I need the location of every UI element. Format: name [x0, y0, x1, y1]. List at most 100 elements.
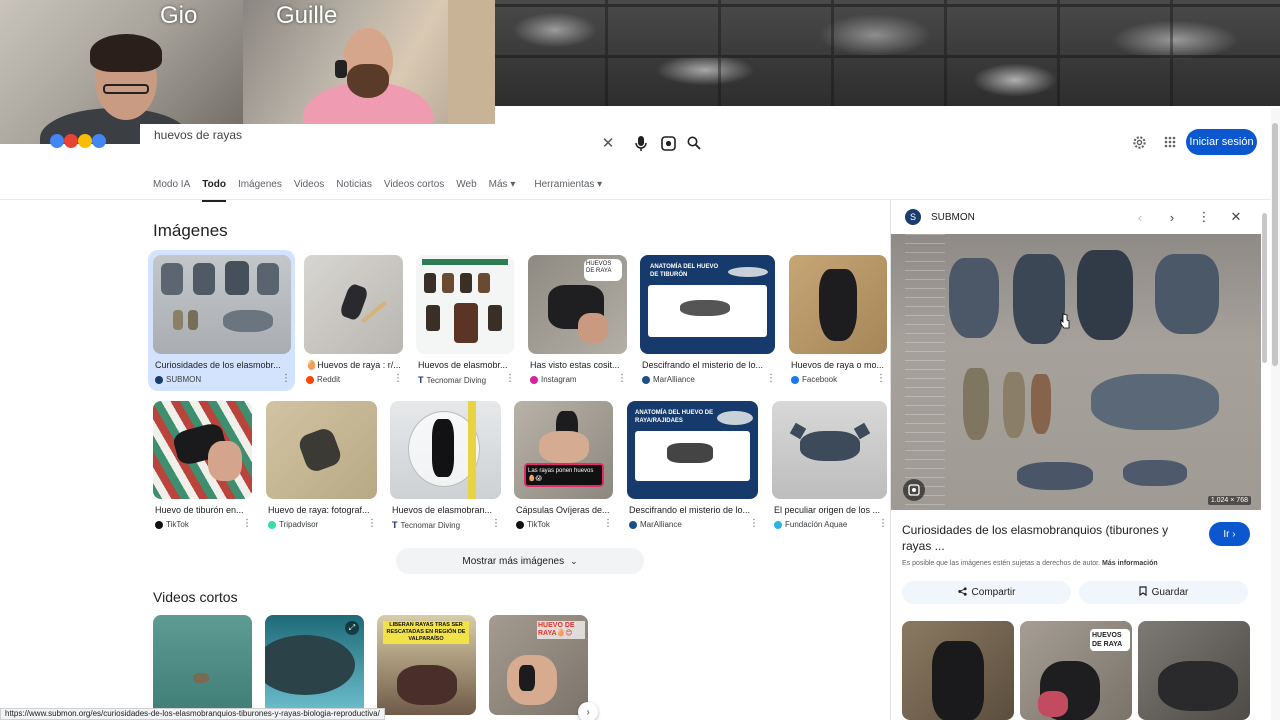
- image-thumbnail[interactable]: [153, 401, 252, 499]
- expand-icon[interactable]: ⤢: [345, 621, 359, 635]
- image-thumbnail[interactable]: [390, 401, 501, 499]
- image-result-source[interactable]: Facebook: [791, 375, 837, 384]
- image-thumbnail[interactable]: [789, 255, 887, 354]
- image-thumbnail[interactable]: [153, 255, 291, 354]
- more-options-icon[interactable]: ⋮: [766, 373, 776, 384]
- image-result-title[interactable]: Curiosidades de los elasmobr...: [155, 360, 290, 370]
- image-result[interactable]: El peculiar origen de los ... Fundación …: [772, 401, 889, 536]
- image-result-source[interactable]: T Tecnomar Diving: [392, 520, 460, 530]
- close-icon[interactable]: ✕: [1227, 208, 1245, 226]
- image-result[interactable]: Huevos de elasmobr... T Tecnomar Diving ⋮: [416, 255, 516, 390]
- search-icon[interactable]: [685, 134, 703, 152]
- related-image[interactable]: [1138, 621, 1250, 720]
- image-thumbnail[interactable]: [304, 255, 403, 354]
- image-result-source[interactable]: MarAlliance: [629, 520, 682, 529]
- image-thumbnail[interactable]: Las rayas ponen huevos 🥚😱: [514, 401, 613, 499]
- image-result[interactable]: ANATOMÍA DEL HUEVO DE TIBURÓN Descifrand…: [640, 255, 777, 390]
- save-button[interactable]: Guardar: [1079, 581, 1248, 604]
- related-image[interactable]: [902, 621, 1014, 720]
- image-result-title[interactable]: Huevo de tiburón en...: [155, 505, 253, 515]
- short-video-thumbnail[interactable]: [153, 615, 252, 715]
- image-result[interactable]: Huevo de tiburón en... TikTok ⋮: [153, 401, 253, 536]
- more-options-icon[interactable]: ⋮: [617, 373, 627, 384]
- video-caption-text: LIBERAN RAYAS TRAS SER RESCATADAS EN REG…: [383, 621, 469, 644]
- show-more-images-button[interactable]: Mostrar más imágenes ⌄: [396, 548, 644, 574]
- image-result-source[interactable]: TikTok: [155, 520, 189, 529]
- more-options-icon[interactable]: ⋮: [393, 373, 403, 384]
- image-thumbnail[interactable]: [266, 401, 377, 499]
- more-options-icon[interactable]: ⋮: [367, 518, 377, 529]
- more-options-icon[interactable]: ⋮: [876, 373, 886, 384]
- webcam-name-guille: Guille: [276, 2, 338, 29]
- mic-icon[interactable]: [632, 134, 650, 152]
- google-logo[interactable]: [50, 134, 110, 148]
- panel-title[interactable]: Curiosidades de los elasmobranquios (tib…: [902, 522, 1187, 554]
- images-section-title: Imágenes: [153, 221, 228, 240]
- close-icon[interactable]: ✕: [599, 134, 617, 152]
- image-thumbnail[interactable]: [416, 255, 514, 354]
- image-result-source[interactable]: SUBMON: [155, 375, 201, 384]
- image-result-source[interactable]: Reddit: [306, 375, 340, 384]
- short-video-thumbnail[interactable]: LIBERAN RAYAS TRAS SER RESCATADAS EN REG…: [377, 615, 476, 715]
- grid-apps-icon[interactable]: [1160, 132, 1180, 152]
- image-result[interactable]: ANATOMÍA DEL HUEVO DE RAYA/RAJIDAES Desc…: [627, 401, 760, 536]
- short-video-thumbnail[interactable]: ⤢: [265, 615, 364, 715]
- image-result-title[interactable]: Huevos de elasmobr...: [418, 360, 516, 370]
- more-options-icon[interactable]: ⋮: [878, 518, 888, 529]
- related-image[interactable]: HUEVOS DE RAYA: [1020, 621, 1132, 720]
- image-result[interactable]: Huevos de raya o mo... Facebook ⋮: [789, 255, 889, 390]
- chevron-right-icon[interactable]: ›: [578, 702, 598, 720]
- image-result-title[interactable]: Has visto estas cosit...: [530, 360, 628, 370]
- image-result[interactable]: Huevo de raya: fotograf... Tripadvisor ⋮: [266, 401, 378, 536]
- more-options-icon[interactable]: ⋮: [242, 518, 252, 529]
- image-result-title[interactable]: Huevos de elasmobran...: [392, 505, 500, 515]
- more-info-link[interactable]: Más información: [1102, 560, 1158, 567]
- image-result-source[interactable]: Instagram: [530, 375, 577, 384]
- more-options-icon[interactable]: ⋮: [281, 373, 291, 384]
- image-result-source[interactable]: T Tecnomar Diving: [418, 375, 486, 385]
- share-button[interactable]: Compartir: [902, 581, 1071, 604]
- image-result[interactable]: HUEVOS DE RAYA Has visto estas cosit... …: [528, 255, 628, 390]
- more-options-icon[interactable]: ⋮: [505, 373, 515, 384]
- image-result-title[interactable]: Huevo de raya: fotograf...: [268, 505, 376, 515]
- image-result-title[interactable]: Cápsulas Ovíjeras de...: [516, 505, 614, 515]
- chevron-right-icon[interactable]: ›: [1163, 208, 1181, 226]
- image-result-title[interactable]: El peculiar origen de los ...: [774, 505, 886, 515]
- more-options-icon[interactable]: ⋮: [1195, 208, 1213, 226]
- image-thumbnail[interactable]: ANATOMÍA DEL HUEVO DE RAYA/RAJIDAES: [627, 401, 758, 499]
- image-thumbnail[interactable]: HUEVOS DE RAYA: [528, 255, 627, 354]
- preview-image[interactable]: 1.024 × 768: [891, 234, 1261, 510]
- go-button[interactable]: Ir ›: [1209, 522, 1250, 546]
- image-result-title[interactable]: Huevos de raya o mo...: [791, 360, 889, 370]
- panel-scrollbar-thumb[interactable]: [1262, 213, 1267, 363]
- lens-search-icon[interactable]: [903, 479, 925, 501]
- image-thumbnail[interactable]: ANATOMÍA DEL HUEVO DE TIBURÓN: [640, 255, 775, 354]
- signin-button[interactable]: Iniciar sesión: [1186, 129, 1257, 155]
- image-result-source[interactable]: Tripadvisor: [268, 520, 318, 529]
- image-result-source[interactable]: MarAlliance: [642, 375, 695, 384]
- panel-source[interactable]: S SUBMON: [905, 209, 975, 225]
- more-options-icon[interactable]: ⋮: [603, 518, 613, 529]
- image-result[interactable]: Huevos de elasmobran... T Tecnomar Diving…: [390, 401, 502, 536]
- huevos-de-raya-sticker: HUEVOS DE RAYA: [584, 259, 622, 281]
- more-options-icon[interactable]: ⋮: [749, 518, 759, 529]
- rayas-ponen-sticker: Las rayas ponen huevos 🥚😱: [524, 463, 604, 487]
- image-result-title[interactable]: Descifrando el misterio de lo...: [629, 505, 759, 515]
- image-result[interactable]: Curiosidades de los elasmobr... SUBMON ⋮: [153, 255, 293, 390]
- camera-lens-icon[interactable]: [659, 134, 677, 152]
- webcam-guille: Guille: [243, 0, 495, 144]
- gear-icon[interactable]: [1129, 132, 1149, 152]
- chevron-left-icon[interactable]: ‹: [1131, 208, 1149, 226]
- image-result-title[interactable]: 🥚Huevos de raya : r/...: [306, 360, 404, 371]
- ruler: [905, 234, 945, 510]
- more-options-icon[interactable]: ⋮: [491, 518, 501, 529]
- page-scrollbar-thumb[interactable]: [1272, 123, 1278, 366]
- image-result[interactable]: 🥚Huevos de raya : r/... Reddit ⋮: [304, 255, 404, 390]
- image-result[interactable]: Las rayas ponen huevos 🥚😱 Cápsulas Ovíje…: [514, 401, 614, 536]
- image-result-source[interactable]: Fundación Aquae: [774, 520, 847, 529]
- short-video-thumbnail[interactable]: HUEVO DE RAYA🥚😊: [489, 615, 588, 715]
- image-result-title[interactable]: Descifrando el misterio de lo...: [642, 360, 774, 370]
- image-thumbnail[interactable]: [772, 401, 887, 499]
- image-result-source[interactable]: TikTok: [516, 520, 550, 529]
- search-input[interactable]: huevos de rayas: [140, 124, 713, 160]
